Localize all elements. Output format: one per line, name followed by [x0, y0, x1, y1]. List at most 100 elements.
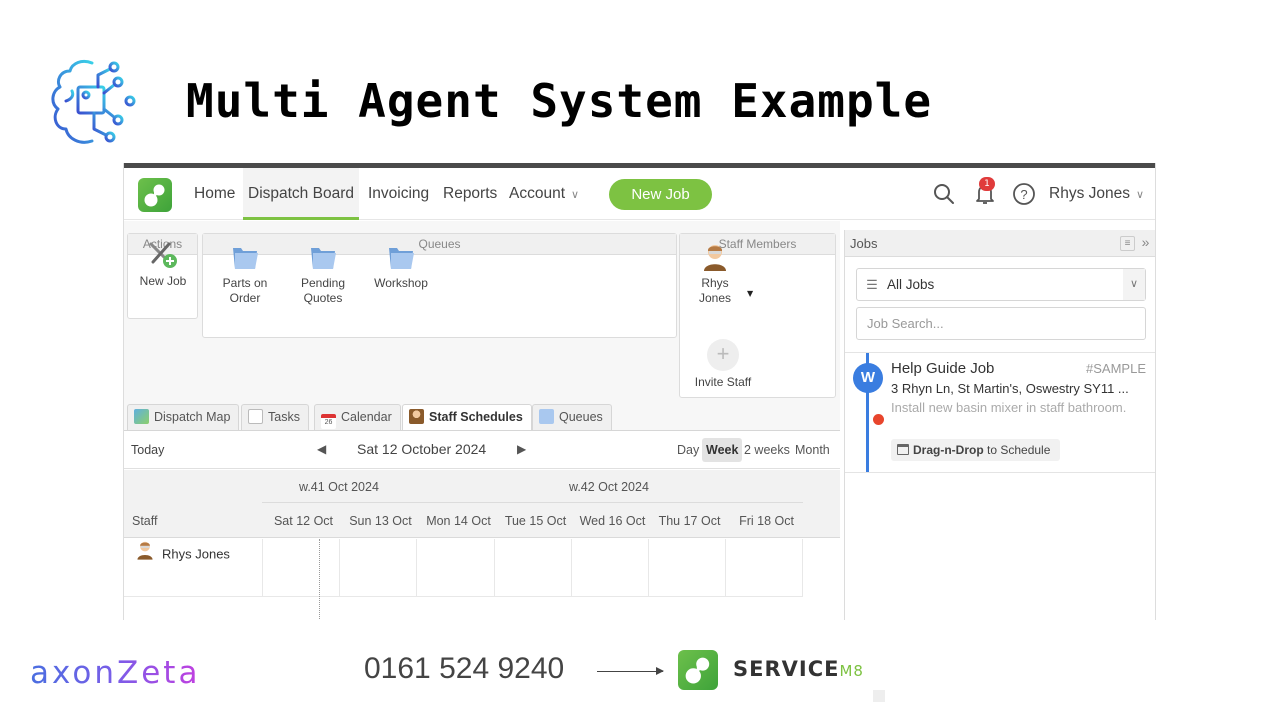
jobs-title: Jobs [850, 236, 878, 251]
tab-label: Queues [559, 410, 603, 424]
staff-members-panel: Staff Members Rhys Jones ▼ + Invite Staf… [679, 233, 836, 398]
nav-dispatch-board[interactable]: Dispatch Board [243, 168, 359, 220]
drag-to-schedule-button[interactable]: Drag-n-Drop to Schedule [891, 439, 1061, 461]
folder-icon [233, 248, 258, 269]
new-job-button[interactable]: New Job [609, 179, 712, 210]
day-header: Wed 16 Oct [579, 514, 646, 528]
tab-label: Calendar [341, 410, 392, 424]
notification-badge: 1 [979, 177, 995, 191]
job-search-input[interactable] [856, 307, 1146, 340]
nav-reports[interactable]: Reports [438, 168, 502, 220]
tab-dispatch-map[interactable]: Dispatch Map [127, 404, 240, 430]
schedule-cell[interactable] [648, 539, 725, 597]
current-time-line [319, 539, 320, 620]
servicem8-wordmark: SERVICEM8 [733, 657, 864, 681]
tab-queues[interactable]: Queues [532, 404, 612, 430]
actions-panel: Actions New Job [127, 233, 198, 319]
arrow-right-icon [597, 667, 664, 675]
queues-panel: Queues Parts on Order Pending Quotes Wor… [202, 233, 677, 338]
help-icon[interactable]: ? [1012, 182, 1036, 206]
schedule-cell[interactable] [571, 539, 648, 597]
schedule-header: w.41 Oct 2024 w.42 Oct 2024 Staff Sat 12… [124, 470, 840, 538]
queue-label-line2: Order [229, 291, 261, 305]
nav-account[interactable]: Account ∨ [504, 168, 584, 220]
today-button[interactable]: Today [131, 443, 164, 457]
current-date: Sat 12 October 2024 [357, 441, 487, 457]
schedule-row: Rhys Jones [124, 539, 803, 597]
job-title: Help Guide Job [891, 360, 995, 377]
collapse-panel-icon[interactable]: » [1138, 235, 1153, 251]
job-card[interactable]: W Help Guide Job #SAMPLE 3 Rhyn Ln, St M… [845, 352, 1155, 473]
jobs-filter-select[interactable]: ☰ All Jobs ∨ [856, 268, 1146, 301]
view-week[interactable]: Week [702, 438, 743, 462]
staff-first-name: Rhys [701, 276, 729, 290]
day-header: Sat 12 Oct [273, 514, 334, 528]
staff-member-rhys-jones[interactable]: Rhys Jones [690, 242, 740, 306]
staff-dropdown-caret-icon[interactable]: ▼ [747, 289, 753, 298]
row-staff: Rhys Jones [134, 541, 230, 564]
day-header: Sun 13 Oct [349, 514, 412, 528]
schedule-cell[interactable] [339, 539, 416, 597]
tab-label: Dispatch Map [154, 410, 231, 424]
calendar-icon: 26 [321, 414, 336, 429]
tab-label: Staff Schedules [429, 410, 523, 424]
staff-avatar-icon [137, 541, 153, 560]
column-settings-icon[interactable]: ≡ [1120, 236, 1135, 251]
job-id: #SAMPLE [1086, 361, 1146, 376]
tasks-icon [248, 409, 263, 424]
day-header: Tue 15 Oct [504, 514, 567, 528]
queue-workshop[interactable]: Workshop [369, 242, 433, 291]
search-icon[interactable] [932, 182, 956, 206]
nav-account-label: Account [509, 185, 566, 202]
next-arrow-icon[interactable]: ▶ [517, 442, 526, 456]
nav-invoicing[interactable]: Invoicing [363, 168, 434, 220]
top-navigation: Home Dispatch Board Invoicing Reports Ac… [124, 168, 1155, 220]
schedule-cell[interactable] [262, 539, 339, 597]
invite-staff-label: Invite Staff [694, 375, 752, 389]
phone-number: 0161 524 9240 [364, 652, 565, 685]
wordmark-main: SERVICE [733, 657, 840, 681]
schedule-cell[interactable] [725, 539, 803, 597]
servicem8-logo[interactable] [138, 178, 172, 212]
queue-label-line1: Pending [300, 276, 346, 290]
plus-icon: + [707, 339, 739, 371]
queue-pending-quotes[interactable]: Pending Quotes [293, 242, 353, 306]
view-2-weeks[interactable]: 2 weeks [740, 438, 794, 462]
slide-title: Multi Agent System Example [186, 74, 933, 128]
wordmark-suffix: M8 [839, 662, 864, 680]
tab-calendar[interactable]: 26 Calendar [314, 404, 401, 430]
day-header: Fri 18 Oct [739, 514, 794, 528]
tab-staff-schedules[interactable]: Staff Schedules [402, 404, 532, 431]
day-header: Mon 14 Oct [426, 514, 491, 528]
brain-circuit-logo [51, 59, 136, 144]
action-new-job[interactable]: New Job [132, 240, 194, 289]
map-icon [134, 409, 149, 424]
staff-schedule: Today ◀ Sat 12 October 2024 ▶ Day Week 2… [124, 430, 840, 620]
tab-tasks[interactable]: Tasks [241, 404, 309, 430]
user-menu[interactable]: Rhys Jones ∨ [1049, 168, 1144, 220]
queue-parts-on-order[interactable]: Parts on Order [215, 242, 275, 306]
queue-label-line1: Parts on [222, 276, 268, 290]
nav-home[interactable]: Home [189, 168, 240, 220]
folder-icon [389, 248, 414, 269]
prev-arrow-icon[interactable]: ◀ [317, 442, 326, 456]
user-name: Rhys Jones [1049, 185, 1130, 202]
jobs-filter-value: All Jobs [887, 277, 935, 292]
staff-icon [409, 409, 424, 424]
staff-column-header: Staff [132, 514, 158, 528]
calendar-icon [897, 444, 909, 455]
view-day[interactable]: Day [673, 438, 703, 462]
folder-icon [311, 248, 336, 269]
queue-label-line2: Quotes [303, 291, 343, 305]
decorative-square [873, 690, 885, 702]
schedule-cell[interactable] [494, 539, 571, 597]
board-tabs: Dispatch Map Tasks 26 Calendar Staff Sche… [124, 404, 840, 431]
servicem8-logo-icon [144, 184, 165, 207]
jobs-panel: Jobs ≡ » ☰ All Jobs ∨ W Help Guide Job #S… [844, 230, 1155, 620]
tab-label: Tasks [268, 410, 300, 424]
chevron-down-icon: ∨ [571, 189, 580, 201]
invite-staff-button[interactable]: + Invite Staff [688, 339, 758, 390]
chevron-down-icon: ∨ [1123, 269, 1145, 300]
view-month[interactable]: Month [791, 438, 834, 462]
schedule-cell[interactable] [416, 539, 494, 597]
